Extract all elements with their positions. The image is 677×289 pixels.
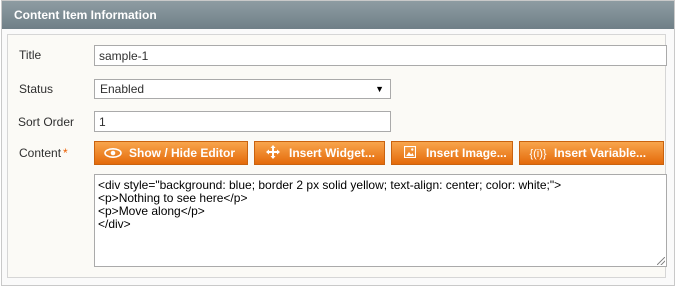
dropdown-arrow-icon: ▼ (375, 84, 384, 94)
insert-image-button[interactable]: Insert Image... (391, 141, 513, 165)
title-input[interactable] (94, 45, 667, 66)
content-label-text: Content (19, 146, 62, 160)
insert-variable-label: Insert Variable... (554, 146, 647, 160)
status-label: Status (19, 82, 54, 96)
variable-braces-icon: {(i)} (529, 148, 547, 160)
eye-icon (101, 142, 125, 164)
insert-widget-label: Insert Widget... (289, 146, 375, 160)
show-hide-editor-button[interactable]: Show / Hide Editor (94, 141, 248, 165)
content-textarea[interactable]: <div style="background: blue; border 2 p… (94, 174, 667, 267)
panel-title: Content Item Information (2, 1, 674, 29)
widget-move-icon (261, 142, 285, 164)
sort-order-input[interactable] (94, 111, 391, 132)
title-label: Title (19, 48, 42, 62)
status-selected-value: Enabled (100, 82, 145, 96)
insert-widget-button[interactable]: Insert Widget... (254, 141, 385, 165)
sort-order-label: Sort Order (18, 115, 75, 129)
required-marker: * (63, 146, 68, 160)
image-icon (398, 142, 422, 164)
resize-grip-icon[interactable] (657, 257, 665, 265)
status-select[interactable]: Enabled ▼ (94, 79, 391, 99)
insert-variable-button[interactable]: {(i)} Insert Variable... (519, 141, 664, 165)
insert-image-label: Insert Image... (426, 146, 507, 160)
content-label: Content * (19, 146, 68, 160)
show-hide-editor-label: Show / Hide Editor (129, 146, 236, 160)
